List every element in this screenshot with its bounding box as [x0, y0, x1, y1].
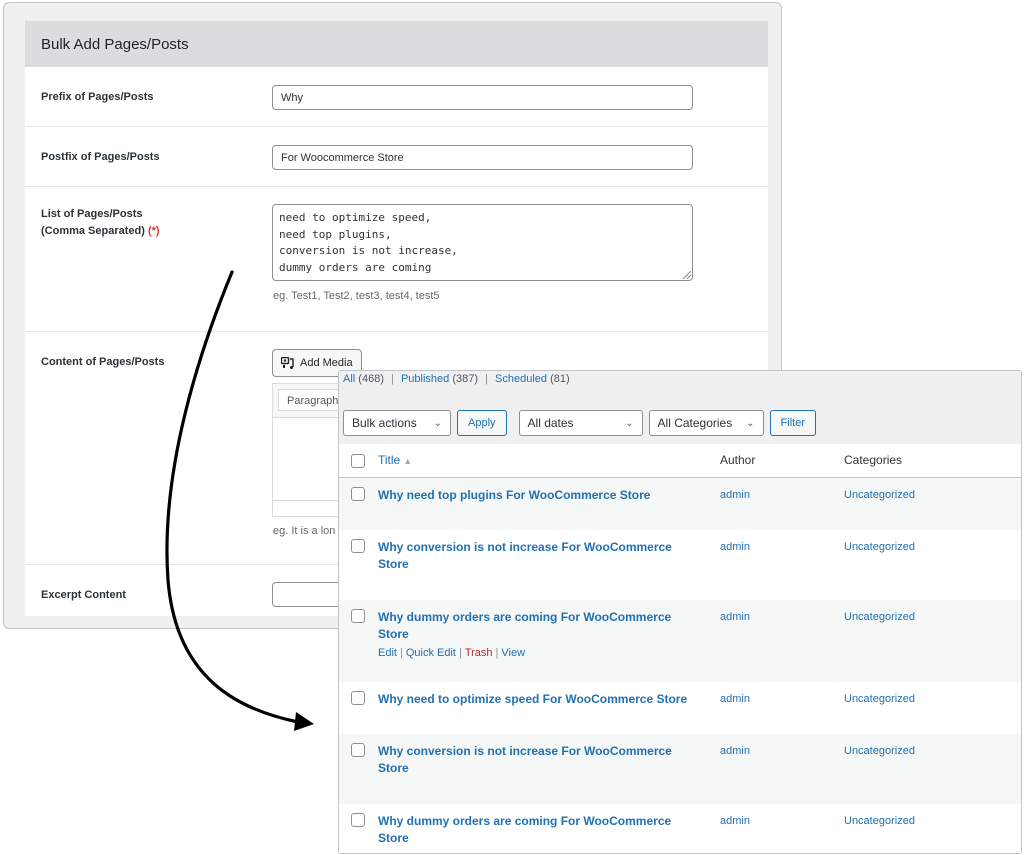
row-action-separator: | [399, 647, 403, 659]
chevron-down-icon: ⌄ [433, 417, 442, 429]
postfix-label: Postfix of Pages/Posts [41, 151, 160, 163]
table-header-row: Title ▲︎ Author Categories [339, 444, 1021, 478]
row-action-separator: | [495, 647, 499, 659]
row-checkbox[interactable] [351, 691, 365, 705]
panel-title: Bulk Add Pages/Posts [25, 21, 768, 67]
view-scheduled-count: (81) [550, 373, 570, 385]
post-author-link[interactable]: admin [720, 541, 750, 553]
dates-filter-value: All dates [527, 416, 574, 430]
row-action-quick-edit[interactable]: Quick Edit [406, 647, 456, 659]
view-filters: All (468) | Published (387) | Scheduled … [343, 373, 570, 385]
posts-table-body: Why need top plugins For WooCommerce Sto… [339, 477, 1021, 853]
media-icon [281, 356, 294, 369]
list-label: List of Pages/Posts (Comma Separated) (*… [41, 206, 241, 240]
content-hint: eg. It is a lon [273, 525, 336, 537]
excerpt-label: Excerpt Content [41, 589, 126, 601]
list-row: List of Pages/Posts (Comma Separated) (*… [25, 187, 768, 332]
postfix-input[interactable] [272, 145, 693, 170]
format-select[interactable]: Paragraph [278, 389, 348, 411]
categories-filter-select[interactable]: All Categories ⌄ [648, 410, 764, 436]
prefix-row: Prefix of Pages/Posts [25, 67, 768, 127]
dates-filter-select[interactable]: All dates ⌄ [518, 410, 643, 436]
view-scheduled-link[interactable]: Scheduled [495, 373, 547, 385]
view-all-count: (468) [358, 373, 384, 385]
author-column-header: Author [719, 444, 843, 478]
post-title-link[interactable]: Why dummy orders are coming For WooComme… [378, 813, 698, 847]
posts-table: Title ▲︎ Author Categories Why need top p… [339, 444, 1021, 853]
post-category-link[interactable]: Uncategorized [844, 541, 915, 553]
post-author-link[interactable]: admin [720, 745, 750, 757]
post-author-link[interactable]: admin [720, 693, 750, 705]
post-author-link[interactable]: admin [720, 489, 750, 501]
chevron-down-icon: ⌄ [625, 417, 634, 429]
select-all-checkbox[interactable] [351, 453, 365, 468]
resize-handle-icon[interactable] [683, 271, 691, 279]
post-title-link[interactable]: Why need to optimize speed For WooCommer… [378, 691, 698, 708]
table-row: Why need to optimize speed For WooCommer… [339, 682, 1021, 734]
post-category-link[interactable]: Uncategorized [844, 815, 915, 827]
list-label-line2: (Comma Separated) [41, 225, 145, 237]
table-row: Why dummy orders are coming For WooComme… [339, 600, 1021, 682]
row-action-edit[interactable]: Edit [378, 647, 397, 659]
post-author-link[interactable]: admin [720, 815, 750, 827]
postfix-row: Postfix of Pages/Posts [25, 127, 768, 187]
list-toolbar: All (468) | Published (387) | Scheduled … [339, 371, 1021, 444]
table-row: Why dummy orders are coming For WooComme… [339, 804, 1021, 853]
required-mark: (*) [147, 225, 160, 237]
title-column-header[interactable]: Title [378, 453, 400, 467]
chevron-down-icon: ⌄ [746, 417, 755, 429]
row-action-trash[interactable]: Trash [465, 647, 493, 659]
prefix-input[interactable] [272, 85, 693, 110]
post-title-link[interactable]: Why need top plugins For WooCommerce Sto… [378, 487, 698, 504]
bulk-actions-value: Bulk actions [352, 416, 417, 430]
row-checkbox[interactable] [351, 609, 365, 623]
view-separator: | [485, 373, 488, 385]
filter-bar: Bulk actions ⌄ Apply All dates ⌄ All Cat… [343, 410, 816, 436]
post-category-link[interactable]: Uncategorized [844, 745, 915, 757]
row-checkbox[interactable] [351, 813, 365, 827]
view-separator: | [391, 373, 394, 385]
row-actions: Edit | Quick Edit | Trash | View [378, 647, 718, 659]
post-author-link[interactable]: admin [720, 611, 750, 623]
post-category-link[interactable]: Uncategorized [844, 489, 915, 501]
view-all-link[interactable]: All [343, 373, 355, 385]
bulk-actions-select[interactable]: Bulk actions ⌄ [343, 410, 451, 436]
categories-filter-value: All Categories [657, 416, 733, 430]
list-label-line1: List of Pages/Posts [41, 208, 143, 220]
sort-icon[interactable]: ▲︎ [403, 456, 412, 466]
post-title-link[interactable]: Why conversion is not increase For WooCo… [378, 539, 698, 573]
add-media-label: Add Media [300, 357, 353, 369]
table-row: Why conversion is not increase For WooCo… [339, 530, 1021, 600]
categories-column-header: Categories [843, 444, 1021, 478]
view-published-link[interactable]: Published [401, 373, 449, 385]
table-row: Why need top plugins For WooCommerce Sto… [339, 477, 1021, 530]
content-label: Content of Pages/Posts [41, 356, 165, 368]
post-title-link[interactable]: Why conversion is not increase For WooCo… [378, 743, 698, 777]
row-checkbox[interactable] [351, 539, 365, 553]
prefix-label: Prefix of Pages/Posts [41, 91, 154, 103]
post-category-link[interactable]: Uncategorized [844, 693, 915, 705]
row-action-view[interactable]: View [501, 647, 525, 659]
apply-button[interactable]: Apply [457, 410, 507, 436]
row-checkbox[interactable] [351, 486, 365, 501]
posts-list-panel: All (468) | Published (387) | Scheduled … [338, 370, 1022, 854]
post-category-link[interactable]: Uncategorized [844, 611, 915, 623]
row-action-separator: | [458, 647, 462, 659]
table-row: Why conversion is not increase For WooCo… [339, 734, 1021, 804]
list-textarea[interactable] [272, 204, 693, 281]
filter-button[interactable]: Filter [769, 410, 816, 436]
post-title-link[interactable]: Why dummy orders are coming For WooComme… [378, 609, 698, 643]
list-hint: eg. Test1, Test2, test3, test4, test5 [273, 290, 440, 302]
view-published-count: (387) [452, 373, 479, 385]
row-checkbox[interactable] [351, 743, 365, 757]
